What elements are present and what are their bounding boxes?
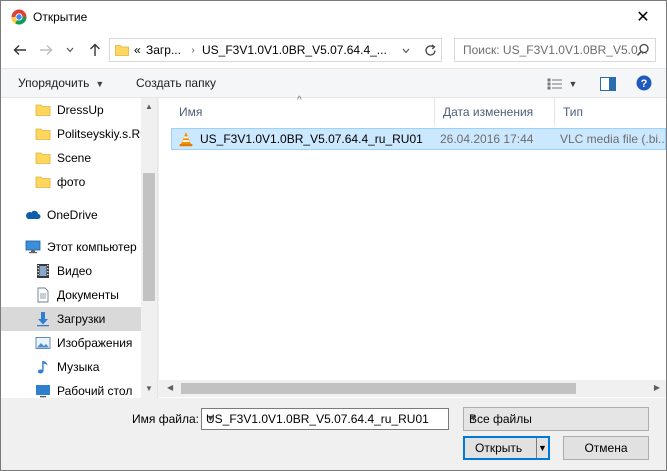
refresh-icon[interactable] xyxy=(420,40,440,60)
computer-icon xyxy=(25,240,41,254)
sidebar-item-music[interactable]: Музыка xyxy=(1,355,141,379)
navigation-pane: DressUp Politseyskiy.s.Ru Scene фото One… xyxy=(1,98,158,398)
column-header-date[interactable]: Дата изменения xyxy=(435,98,555,126)
sidebar-scrollbar[interactable]: ▲ ▼ xyxy=(141,98,157,398)
sidebar-item-scene[interactable]: Scene xyxy=(1,146,141,170)
sidebar-item-pictures[interactable]: Изображения xyxy=(1,331,141,355)
window-title: Открытие xyxy=(33,10,88,24)
folder-icon xyxy=(35,152,51,164)
breadcrumb-current-folder[interactable]: US_F3V1.0V1.0BR_V5.07.64.4_... xyxy=(202,43,387,57)
new-folder-button[interactable]: Создать папку xyxy=(136,76,216,90)
up-folder-icon[interactable] xyxy=(85,40,105,60)
dialog-footer: Имя файла: US_F3V1.0V1.0BR_V5.07.64.4_ru… xyxy=(1,398,666,470)
desktop-icon xyxy=(36,385,50,398)
search-box[interactable]: Поиск: US_F3V1.0V1.0BR_V5.0... xyxy=(454,38,656,62)
cancel-button[interactable]: Отмена xyxy=(563,436,649,460)
sidebar-item-desktop[interactable]: Рабочий стол xyxy=(1,379,141,398)
breadcrumb-separator-icon[interactable]: › xyxy=(182,41,204,59)
column-header-type[interactable]: Тип xyxy=(555,98,666,126)
command-bar: Упорядочить ▼ Создать папку ▼ ? xyxy=(1,68,666,98)
sidebar-item-politseyskiy[interactable]: Politseyskiy.s.Ru xyxy=(1,122,147,146)
sidebar-item-label: OneDrive xyxy=(47,208,98,222)
scroll-down-icon[interactable]: ▼ xyxy=(145,384,153,393)
documents-icon xyxy=(37,287,49,303)
sidebar-item-label: Рабочий стол xyxy=(57,384,133,398)
chevron-down-icon: ▼ xyxy=(568,79,578,89)
chrome-icon xyxy=(11,9,27,25)
file-type: VLC media file (.bi... xyxy=(560,132,665,146)
forward-icon[interactable] xyxy=(35,40,57,60)
filename-label: Имя файла: xyxy=(132,412,199,426)
folder-icon xyxy=(35,128,51,140)
close-button[interactable]: ✕ xyxy=(620,1,666,32)
sidebar-item-label: Politseyskiy.s.Ru xyxy=(57,127,147,141)
organize-label: Упорядочить xyxy=(18,76,90,90)
sidebar-item-foto[interactable]: фото xyxy=(1,170,141,194)
onedrive-icon xyxy=(26,210,41,219)
sidebar-item-label: Загрузки xyxy=(57,312,106,326)
sidebar-item-this-pc[interactable]: Этот компьютер xyxy=(1,235,141,259)
address-bar[interactable]: « Загр... › US_F3V1.0V1.0BR_V5.07.64.4_.… xyxy=(109,38,442,62)
chevron-down-icon: ▼ xyxy=(469,413,478,423)
file-date: 26.04.2016 17:44 xyxy=(440,132,534,146)
file-name: US_F3V1.0V1.0BR_V5.07.64.4_ru_RU01 xyxy=(200,132,423,146)
title-bar: Открытие ✕ xyxy=(1,1,666,32)
music-icon xyxy=(37,361,48,374)
sidebar-item-label: Музыка xyxy=(57,360,100,374)
table-row[interactable]: US_F3V1.0V1.0BR_V5.07.64.4_ru_RU01 26.04… xyxy=(171,128,666,150)
address-prefix[interactable]: « xyxy=(134,43,141,57)
folder-icon xyxy=(35,176,51,188)
sidebar-item-label: DressUp xyxy=(57,103,104,117)
sidebar-item-downloads[interactable]: Загрузки xyxy=(1,307,141,331)
sidebar-item-label: Scene xyxy=(57,151,92,165)
address-dropdown-icon[interactable] xyxy=(398,41,414,61)
recent-locations-chevron-icon[interactable] xyxy=(63,40,77,60)
column-header-name[interactable]: Имя xyxy=(171,98,435,126)
sidebar-item-onedrive[interactable]: OneDrive xyxy=(1,203,141,227)
scroll-left-icon[interactable]: ◀ xyxy=(167,383,173,392)
sidebar-item-label: Этот компьютер xyxy=(47,240,137,254)
svg-text:?: ? xyxy=(641,78,648,90)
breadcrumb-downloads[interactable]: Загр... xyxy=(146,43,181,57)
chevron-down-icon[interactable]: ▼ xyxy=(206,413,445,423)
search-icon[interactable] xyxy=(636,43,650,57)
downloads-icon xyxy=(37,312,49,327)
back-icon[interactable] xyxy=(9,40,31,60)
chevron-down-icon: ▼ xyxy=(95,79,105,89)
scroll-right-icon[interactable]: ▶ xyxy=(654,383,660,392)
pictures-icon xyxy=(35,337,51,349)
sidebar-item-label: Изображения xyxy=(57,336,133,350)
sidebar-item-dressup[interactable]: DressUp xyxy=(1,98,141,122)
open-button[interactable]: Открыть ▼ xyxy=(463,436,550,460)
sidebar-item-label: Документы xyxy=(57,288,119,302)
scroll-up-icon[interactable]: ▲ xyxy=(145,102,153,111)
horizontal-scrollbar[interactable]: ◀ ▶ xyxy=(159,380,666,397)
sidebar-item-video[interactable]: Видео xyxy=(1,259,141,283)
file-type-filter-select[interactable]: Все файлы ▼ xyxy=(463,407,649,431)
scrollbar-thumb[interactable] xyxy=(143,173,155,301)
search-input[interactable]: Поиск: US_F3V1.0V1.0BR_V5.0... xyxy=(463,43,648,57)
open-file-dialog: Открытие ✕ « Загр... › US_F3V1.0V1.0BR_V… xyxy=(0,0,667,471)
preview-pane-icon[interactable] xyxy=(598,74,618,94)
file-list: ^ Имя Дата изменения Тип US_F3V1.0V1.0BR… xyxy=(159,95,666,398)
filename-field[interactable]: US_F3V1.0V1.0BR_V5.07.64.4_ru_RU01 ▼ xyxy=(201,408,449,430)
vlc-cone-icon xyxy=(179,132,193,147)
folder-icon xyxy=(115,45,129,56)
view-options-icon[interactable]: ▼ xyxy=(542,74,582,94)
scrollbar-thumb[interactable] xyxy=(181,383,576,394)
sidebar-item-documents[interactable]: Документы xyxy=(1,283,141,307)
help-icon[interactable]: ? xyxy=(634,73,654,93)
sidebar-item-label: фото xyxy=(57,175,86,189)
folder-icon xyxy=(35,104,51,116)
video-icon xyxy=(37,264,49,278)
sidebar-item-label: Видео xyxy=(57,264,93,278)
organize-button[interactable]: Упорядочить ▼ xyxy=(18,76,104,90)
navigation-bar: « Загр... › US_F3V1.0V1.0BR_V5.07.64.4_.… xyxy=(1,32,666,68)
open-options-dropdown-icon[interactable]: ▼ xyxy=(536,438,548,458)
open-button-label: Открыть xyxy=(475,441,523,455)
